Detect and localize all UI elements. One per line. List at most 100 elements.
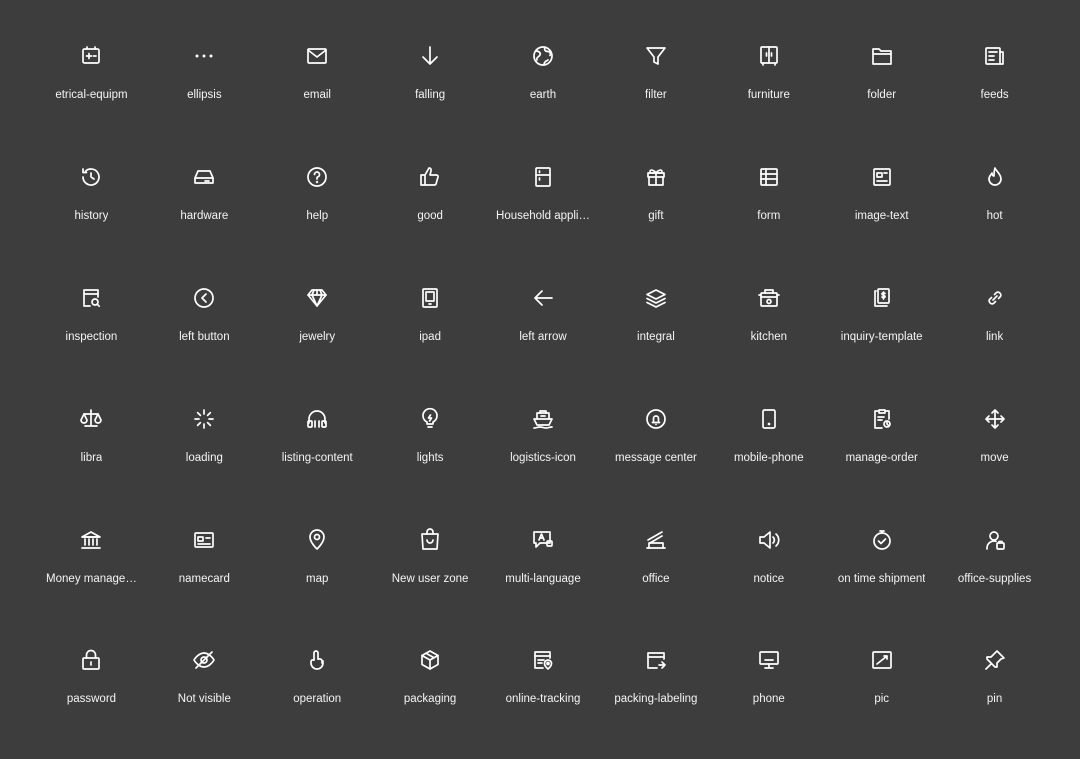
icon-tile-multi-language[interactable]: multi-language: [487, 518, 600, 639]
icon-tile-mobile-phone[interactable]: mobile-phone: [712, 397, 825, 518]
new-user-zone-icon: [408, 518, 452, 562]
icon-tile-furniture[interactable]: furniture: [712, 34, 825, 155]
icon-label: pin: [986, 693, 1003, 706]
good-icon: [408, 155, 452, 199]
icon-tile-email[interactable]: email: [261, 34, 374, 155]
household-appliance-icon: [521, 155, 565, 199]
money-management-icon: [69, 518, 113, 562]
icon-tile-pin[interactable]: pin: [938, 638, 1051, 759]
feeds-icon: [973, 34, 1017, 78]
ipad-icon: [408, 276, 452, 320]
icon-label: operation: [293, 693, 342, 706]
icon-tile-image-text[interactable]: image-text: [825, 155, 938, 276]
icon-tile-jewelry[interactable]: jewelry: [261, 276, 374, 397]
icon-tile-kitchen[interactable]: kitchen: [712, 276, 825, 397]
icon-tile-on-time-shipment[interactable]: on time shipment: [825, 518, 938, 639]
manage-order-icon: [860, 397, 904, 441]
icon-tile-history[interactable]: history: [35, 155, 148, 276]
icon-tile-online-tracking[interactable]: online-tracking: [487, 638, 600, 759]
icon-tile-link[interactable]: link: [938, 276, 1051, 397]
icon-tile-hot[interactable]: hot: [938, 155, 1051, 276]
icon-tile-notice[interactable]: notice: [712, 518, 825, 639]
icon-label: notice: [753, 572, 785, 585]
icon-tile-inspection[interactable]: inspection: [35, 276, 148, 397]
icon-tile-hardware[interactable]: hardware: [148, 155, 261, 276]
icon-tile-phone[interactable]: phone: [712, 638, 825, 759]
icon-tile-new-user-zone[interactable]: New user zone: [374, 518, 487, 639]
icon-tile-help[interactable]: help: [261, 155, 374, 276]
icon-tile-falling[interactable]: falling: [374, 34, 487, 155]
icon-tile-household-appliance[interactable]: Household appli…: [487, 155, 600, 276]
icon-tile-office-supplies[interactable]: office-supplies: [938, 518, 1051, 639]
phone-icon: [747, 638, 791, 682]
icon-tile-packing-labeling[interactable]: packing-labeling: [599, 638, 712, 759]
icon-label: earth: [529, 89, 557, 101]
icon-tile-ipad[interactable]: ipad: [374, 276, 487, 397]
packaging-icon: [408, 638, 452, 682]
lights-icon: [408, 397, 452, 441]
icon-tile-operation[interactable]: operation: [261, 638, 374, 759]
icon-tile-feeds[interactable]: feeds: [938, 34, 1051, 155]
icon-tile-lights[interactable]: lights: [374, 397, 487, 518]
icon-label: packaging: [403, 693, 457, 706]
icon-label: office: [642, 572, 670, 585]
password-icon: [69, 638, 113, 682]
icon-label: logistics-icon: [510, 451, 576, 464]
icon-tile-left-button[interactable]: left button: [148, 276, 261, 397]
icon-tile-packaging[interactable]: packaging: [374, 638, 487, 759]
icon-tile-not-visible[interactable]: Not visible: [148, 638, 261, 759]
filter-icon: [634, 34, 678, 78]
icon-label: Not visible: [177, 693, 231, 706]
icon-tile-electrical-equipment[interactable]: etrical-equipm: [35, 34, 148, 155]
icon-tile-libra[interactable]: libra: [35, 397, 148, 518]
icon-tile-money-management[interactable]: Money manage…: [35, 518, 148, 639]
icon-tile-listing-content[interactable]: listing-content: [261, 397, 374, 518]
icon-tile-inquiry-template[interactable]: inquiry-template: [825, 276, 938, 397]
icon-tile-ellipsis[interactable]: ellipsis: [148, 34, 261, 155]
multi-language-icon: [521, 518, 565, 562]
image-text-icon: [860, 155, 904, 199]
icon-label: inspection: [65, 330, 118, 343]
icon-tile-folder[interactable]: folder: [825, 34, 938, 155]
icon-tile-form[interactable]: form: [712, 155, 825, 276]
icon-label: kitchen: [750, 330, 787, 343]
icon-tile-office[interactable]: office: [599, 518, 712, 639]
inquiry-template-icon: [860, 276, 904, 320]
gift-icon: [634, 155, 678, 199]
icon-tile-left-arrow[interactable]: left arrow: [487, 276, 600, 397]
icon-label: map: [306, 572, 329, 585]
pic-icon: [860, 638, 904, 682]
icon-tile-move[interactable]: move: [938, 397, 1051, 518]
hot-icon: [973, 155, 1017, 199]
icon-label: integral: [637, 330, 675, 343]
integral-icon: [634, 276, 678, 320]
icon-tile-message-center[interactable]: message center: [599, 397, 712, 518]
icon-label: feeds: [980, 89, 1009, 101]
online-tracking-icon: [521, 638, 565, 682]
icon-tile-loading[interactable]: loading: [148, 397, 261, 518]
icon-tile-pic[interactable]: pic: [825, 638, 938, 759]
falling-icon: [408, 34, 452, 78]
icon-tile-earth[interactable]: earth: [487, 34, 600, 155]
icon-label: message center: [614, 451, 697, 464]
icon-tile-gift[interactable]: gift: [599, 155, 712, 276]
icon-tile-integral[interactable]: integral: [599, 276, 712, 397]
namecard-icon: [182, 518, 226, 562]
email-icon: [295, 34, 339, 78]
icon-tile-password[interactable]: password: [35, 638, 148, 759]
icon-label: Household appli…: [496, 209, 590, 222]
listing-content-icon: [295, 397, 339, 441]
left-button-icon: [182, 276, 226, 320]
icon-tile-logistics[interactable]: logistics-icon: [487, 397, 600, 518]
icon-tile-namecard[interactable]: namecard: [148, 518, 261, 639]
icon-label: New user zone: [391, 572, 469, 585]
icon-label: folder: [867, 89, 897, 101]
icon-tile-map[interactable]: map: [261, 518, 374, 639]
icon-tile-filter[interactable]: filter: [599, 34, 712, 155]
icon-label: falling: [415, 89, 446, 101]
icon-tile-manage-order[interactable]: manage-order: [825, 397, 938, 518]
icon-label: history: [74, 209, 109, 222]
icon-label: loading: [185, 451, 223, 464]
icon-tile-good[interactable]: good: [374, 155, 487, 276]
on-time-shipment-icon: [860, 518, 904, 562]
